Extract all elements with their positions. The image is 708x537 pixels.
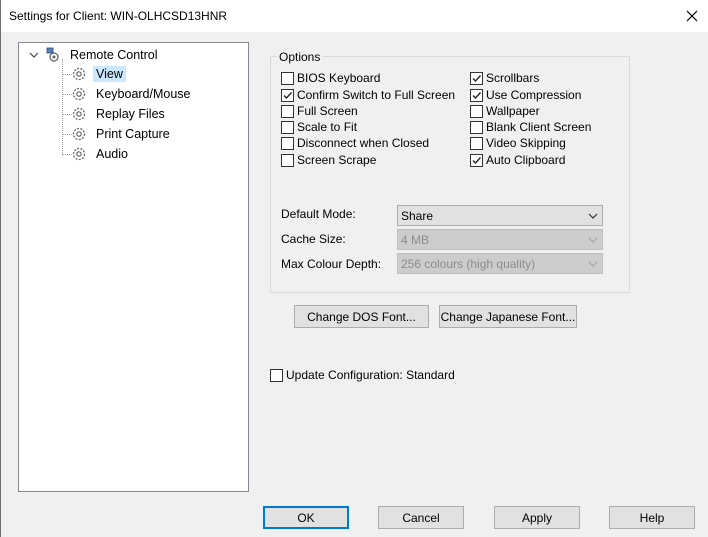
tree-item-print-capture[interactable]: Print Capture [71,125,173,143]
checkbox-box[interactable] [270,368,283,382]
checkbox-label: Screen Scrape [297,153,377,167]
checkbox-label: Full Screen [297,104,358,118]
gear-icon [72,147,86,161]
checkbox-use-compression[interactable]: Use Compression [470,87,581,103]
chevron-down-icon [588,213,598,219]
checkbox-label: Wallpaper [486,104,540,118]
settings-dialog: Settings for Client: WIN-OLHCSD13HNR Rem… [0,0,708,537]
title-bar: Settings for Client: WIN-OLHCSD13HNR [1,0,708,32]
checkbox-label: Video Skipping [486,136,566,150]
checkbox-box[interactable] [281,71,294,85]
tree-item-label: Keyboard/Mouse [96,87,191,101]
help-button[interactable]: Help [609,506,695,529]
tree-item-label: Audio [96,147,128,161]
checkbox-label: Update Configuration: Standard [286,368,455,382]
checkbox-box[interactable] [470,104,483,118]
gear-icon [72,127,86,141]
tree-item-audio[interactable]: Audio [71,145,131,163]
cache-size-select: 4 MB [397,229,603,250]
gear-icon [72,87,86,101]
max-colour-depth-label: Max Colour Depth: [281,257,382,271]
checkmark-icon [472,74,482,82]
checkbox-box[interactable] [281,120,294,134]
tree-item-label: View [93,66,126,82]
tree-root-remote-control[interactable]: Remote Control [29,46,161,64]
checkmark-icon [472,91,482,99]
checkmark-icon [283,91,293,99]
apply-button[interactable]: Apply [494,506,580,529]
gear-icon [72,67,86,81]
checkbox-disconnect-when-closed[interactable]: Disconnect when Closed [281,135,429,151]
tree-item-view[interactable]: View [71,65,126,83]
checkbox-label: BIOS Keyboard [297,71,381,85]
checkbox-box[interactable] [281,153,294,167]
checkbox-scrollbars[interactable]: Scrollbars [470,70,539,86]
cache-size-value: 4 MB [401,232,430,247]
checkbox-box[interactable] [470,71,483,85]
checkbox-box[interactable] [281,88,294,102]
checkbox-bios-keyboard[interactable]: BIOS Keyboard [281,70,380,86]
checkbox-video-skipping[interactable]: Video Skipping [470,135,566,151]
checkbox-scale-to-fit[interactable]: Scale to Fit [281,119,357,135]
default-mode-label: Default Mode: [281,207,356,221]
checkbox-confirm-switch-full-screen[interactable]: Confirm Switch to Full Screen [281,87,455,103]
checkbox-label: Auto Clipboard [486,153,566,167]
tree-root-label: Remote Control [70,48,158,62]
checkbox-blank-client-screen[interactable]: Blank Client Screen [470,119,591,135]
checkbox-label: Disconnect when Closed [297,136,430,150]
max-colour-depth-select: 256 colours (high quality) [397,253,603,274]
checkbox-box[interactable] [281,104,294,118]
chevron-down-icon [588,237,598,243]
chevron-down-icon [588,261,598,267]
checkbox-box[interactable] [281,136,294,150]
checkbox-box[interactable] [470,136,483,150]
checkbox-box[interactable] [470,120,483,134]
default-mode-select[interactable]: Share [397,205,603,226]
checkbox-auto-clipboard[interactable]: Auto Clipboard [470,152,565,168]
checkbox-wallpaper[interactable]: Wallpaper [470,103,540,119]
gear-icon [72,107,86,121]
checkbox-box[interactable] [470,153,483,167]
ok-button[interactable]: OK [263,506,349,529]
checkbox-screen-scrape[interactable]: Screen Scrape [281,152,376,168]
chevron-down-icon[interactable] [29,50,39,60]
close-icon [686,10,698,22]
close-button[interactable] [675,0,708,32]
tree-item-keyboard-mouse[interactable]: Keyboard/Mouse [71,85,194,103]
tree-item-replay-files[interactable]: Replay Files [71,105,168,123]
network-gear-icon [46,47,59,62]
settings-tree[interactable]: Remote Control View Keyboard/Mouse Repla… [18,42,249,492]
checkmark-icon [472,156,482,164]
checkbox-label: Use Compression [486,88,582,102]
change-japanese-font-button[interactable]: Change Japanese Font... [439,305,577,328]
checkbox-label: Scale to Fit [297,120,358,134]
checkbox-update-configuration[interactable]: Update Configuration: Standard [270,367,455,383]
checkbox-label: Scrollbars [486,71,540,85]
checkbox-label: Blank Client Screen [486,120,592,134]
cache-size-label: Cache Size: [281,232,346,246]
checkbox-full-screen[interactable]: Full Screen [281,103,358,119]
options-group-label: Options [277,50,323,64]
window-title: Settings for Client: WIN-OLHCSD13HNR [9,9,228,23]
max-colour-depth-value: 256 colours (high quality) [401,256,536,271]
tree-item-label: Print Capture [96,127,170,141]
change-dos-font-button[interactable]: Change DOS Font... [294,305,429,328]
checkbox-box[interactable] [470,88,483,102]
cancel-button[interactable]: Cancel [378,506,464,529]
default-mode-value: Share [401,208,434,223]
checkbox-label: Confirm Switch to Full Screen [297,88,456,102]
tree-item-label: Replay Files [96,107,165,121]
